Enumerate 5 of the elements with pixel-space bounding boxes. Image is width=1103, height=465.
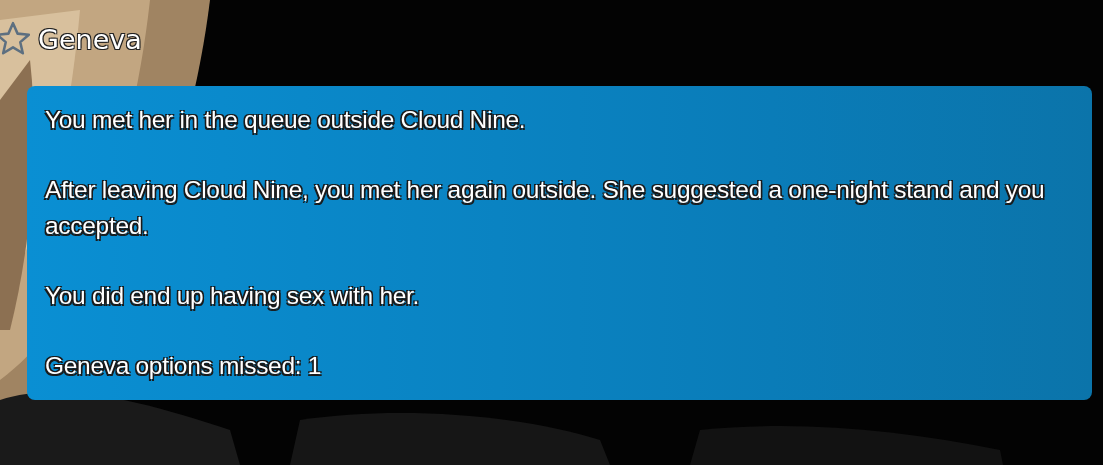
note-text: After leaving Cloud Nine, you met her again outside. She suggested a one-night stand and you accepted. — [45, 175, 1046, 241]
note-text: Geneva options missed: 1 — [45, 351, 323, 381]
character-name: Geneva — [38, 23, 142, 55]
note-text: You did end up having sex with her. — [45, 281, 421, 311]
note-text: You met her in the queue outside Cloud Nine. — [45, 105, 527, 135]
